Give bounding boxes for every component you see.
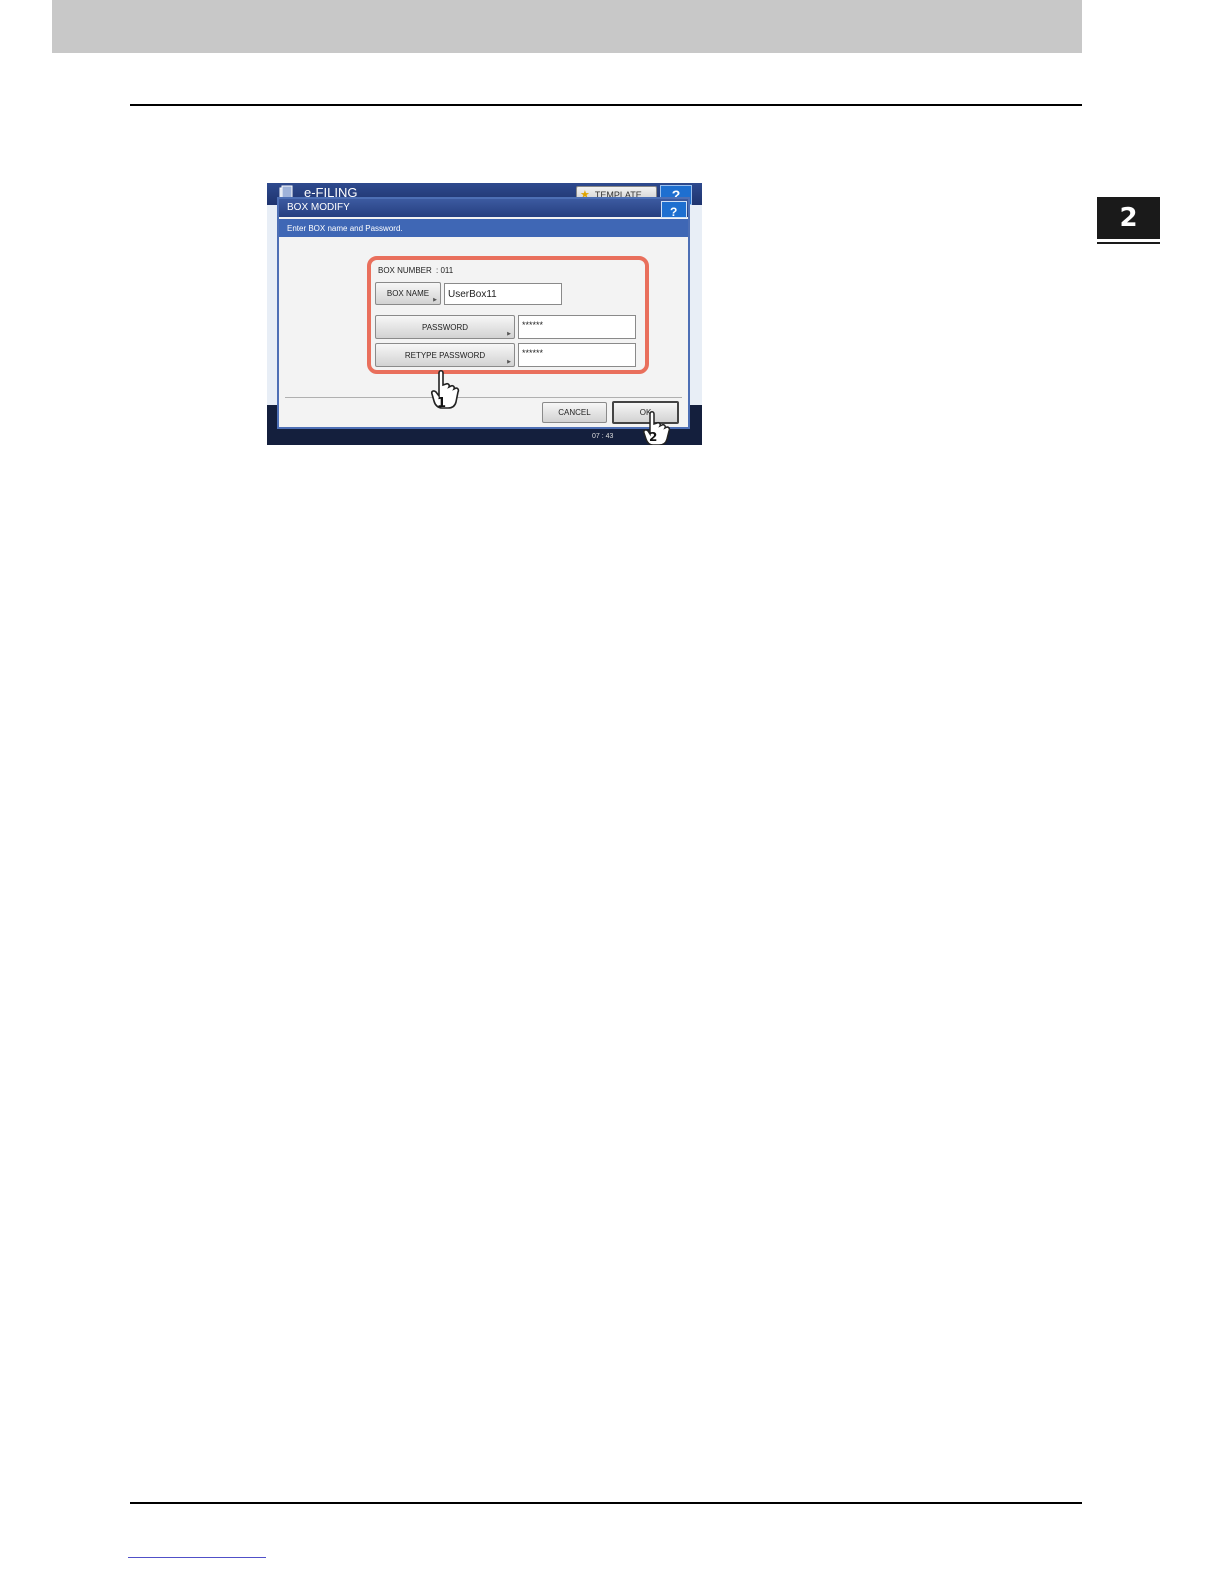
chapter-number: 2 — [1119, 203, 1138, 233]
triangle-icon: ▶ — [507, 359, 511, 365]
footer-link-underline[interactable] — [128, 1557, 266, 1558]
dialog-instruction-bar: Enter BOX name and Password. — [279, 219, 688, 237]
box-modify-dialog: BOX MODIFY ? Enter BOX name and Password… — [277, 197, 690, 429]
page-header-band — [52, 0, 1082, 53]
bottom-rule — [130, 1502, 1082, 1504]
box-name-button[interactable]: BOX NAME ▶ — [375, 282, 441, 305]
password-value: ****** — [522, 320, 544, 330]
callout-number: 2 — [649, 430, 657, 444]
retype-password-field[interactable]: ****** — [518, 343, 636, 367]
box-name-value: UserBox11 — [448, 288, 497, 300]
chapter-tab: 2 — [1097, 197, 1160, 239]
pointing-hand-icon: 2 — [643, 411, 671, 445]
status-time: 07 : 43 — [592, 433, 614, 440]
triangle-icon: ▶ — [433, 297, 437, 303]
dialog-instruction: Enter BOX name and Password. — [287, 224, 403, 233]
retype-password-button[interactable]: RETYPE PASSWORD ▶ — [375, 343, 515, 367]
box-name-field[interactable]: UserBox11 — [444, 283, 562, 305]
box-modify-screenshot: e-FILING ★ TEMPLATE ? 07 : 43 BOX MODIFY… — [267, 183, 702, 445]
box-number-label: BOX NUMBER — [378, 266, 432, 275]
dialog-help-label: ? — [670, 205, 678, 219]
password-button-label: PASSWORD — [421, 322, 469, 332]
retype-password-value: ****** — [522, 348, 544, 358]
retype-password-button-label: RETYPE PASSWORD — [404, 350, 486, 360]
callout-number: 1 — [437, 396, 446, 411]
cancel-button-label: CANCEL — [558, 408, 591, 417]
dialog-separator — [285, 397, 682, 398]
dialog-title-bar: BOX MODIFY ? — [279, 199, 688, 219]
chapter-tab-underline — [1097, 242, 1160, 244]
dialog-help-button[interactable]: ? — [661, 201, 687, 219]
password-field[interactable]: ****** — [518, 315, 636, 339]
dialog-title: BOX MODIFY — [287, 202, 350, 213]
box-name-button-label: BOX NAME — [386, 289, 430, 298]
pointing-hand-icon: 1 — [431, 369, 460, 411]
box-number-value: : 011 — [436, 266, 454, 275]
cancel-button[interactable]: CANCEL — [542, 402, 607, 423]
password-button[interactable]: PASSWORD ▶ — [375, 315, 515, 339]
triangle-icon: ▶ — [507, 331, 511, 337]
top-rule — [130, 104, 1082, 106]
